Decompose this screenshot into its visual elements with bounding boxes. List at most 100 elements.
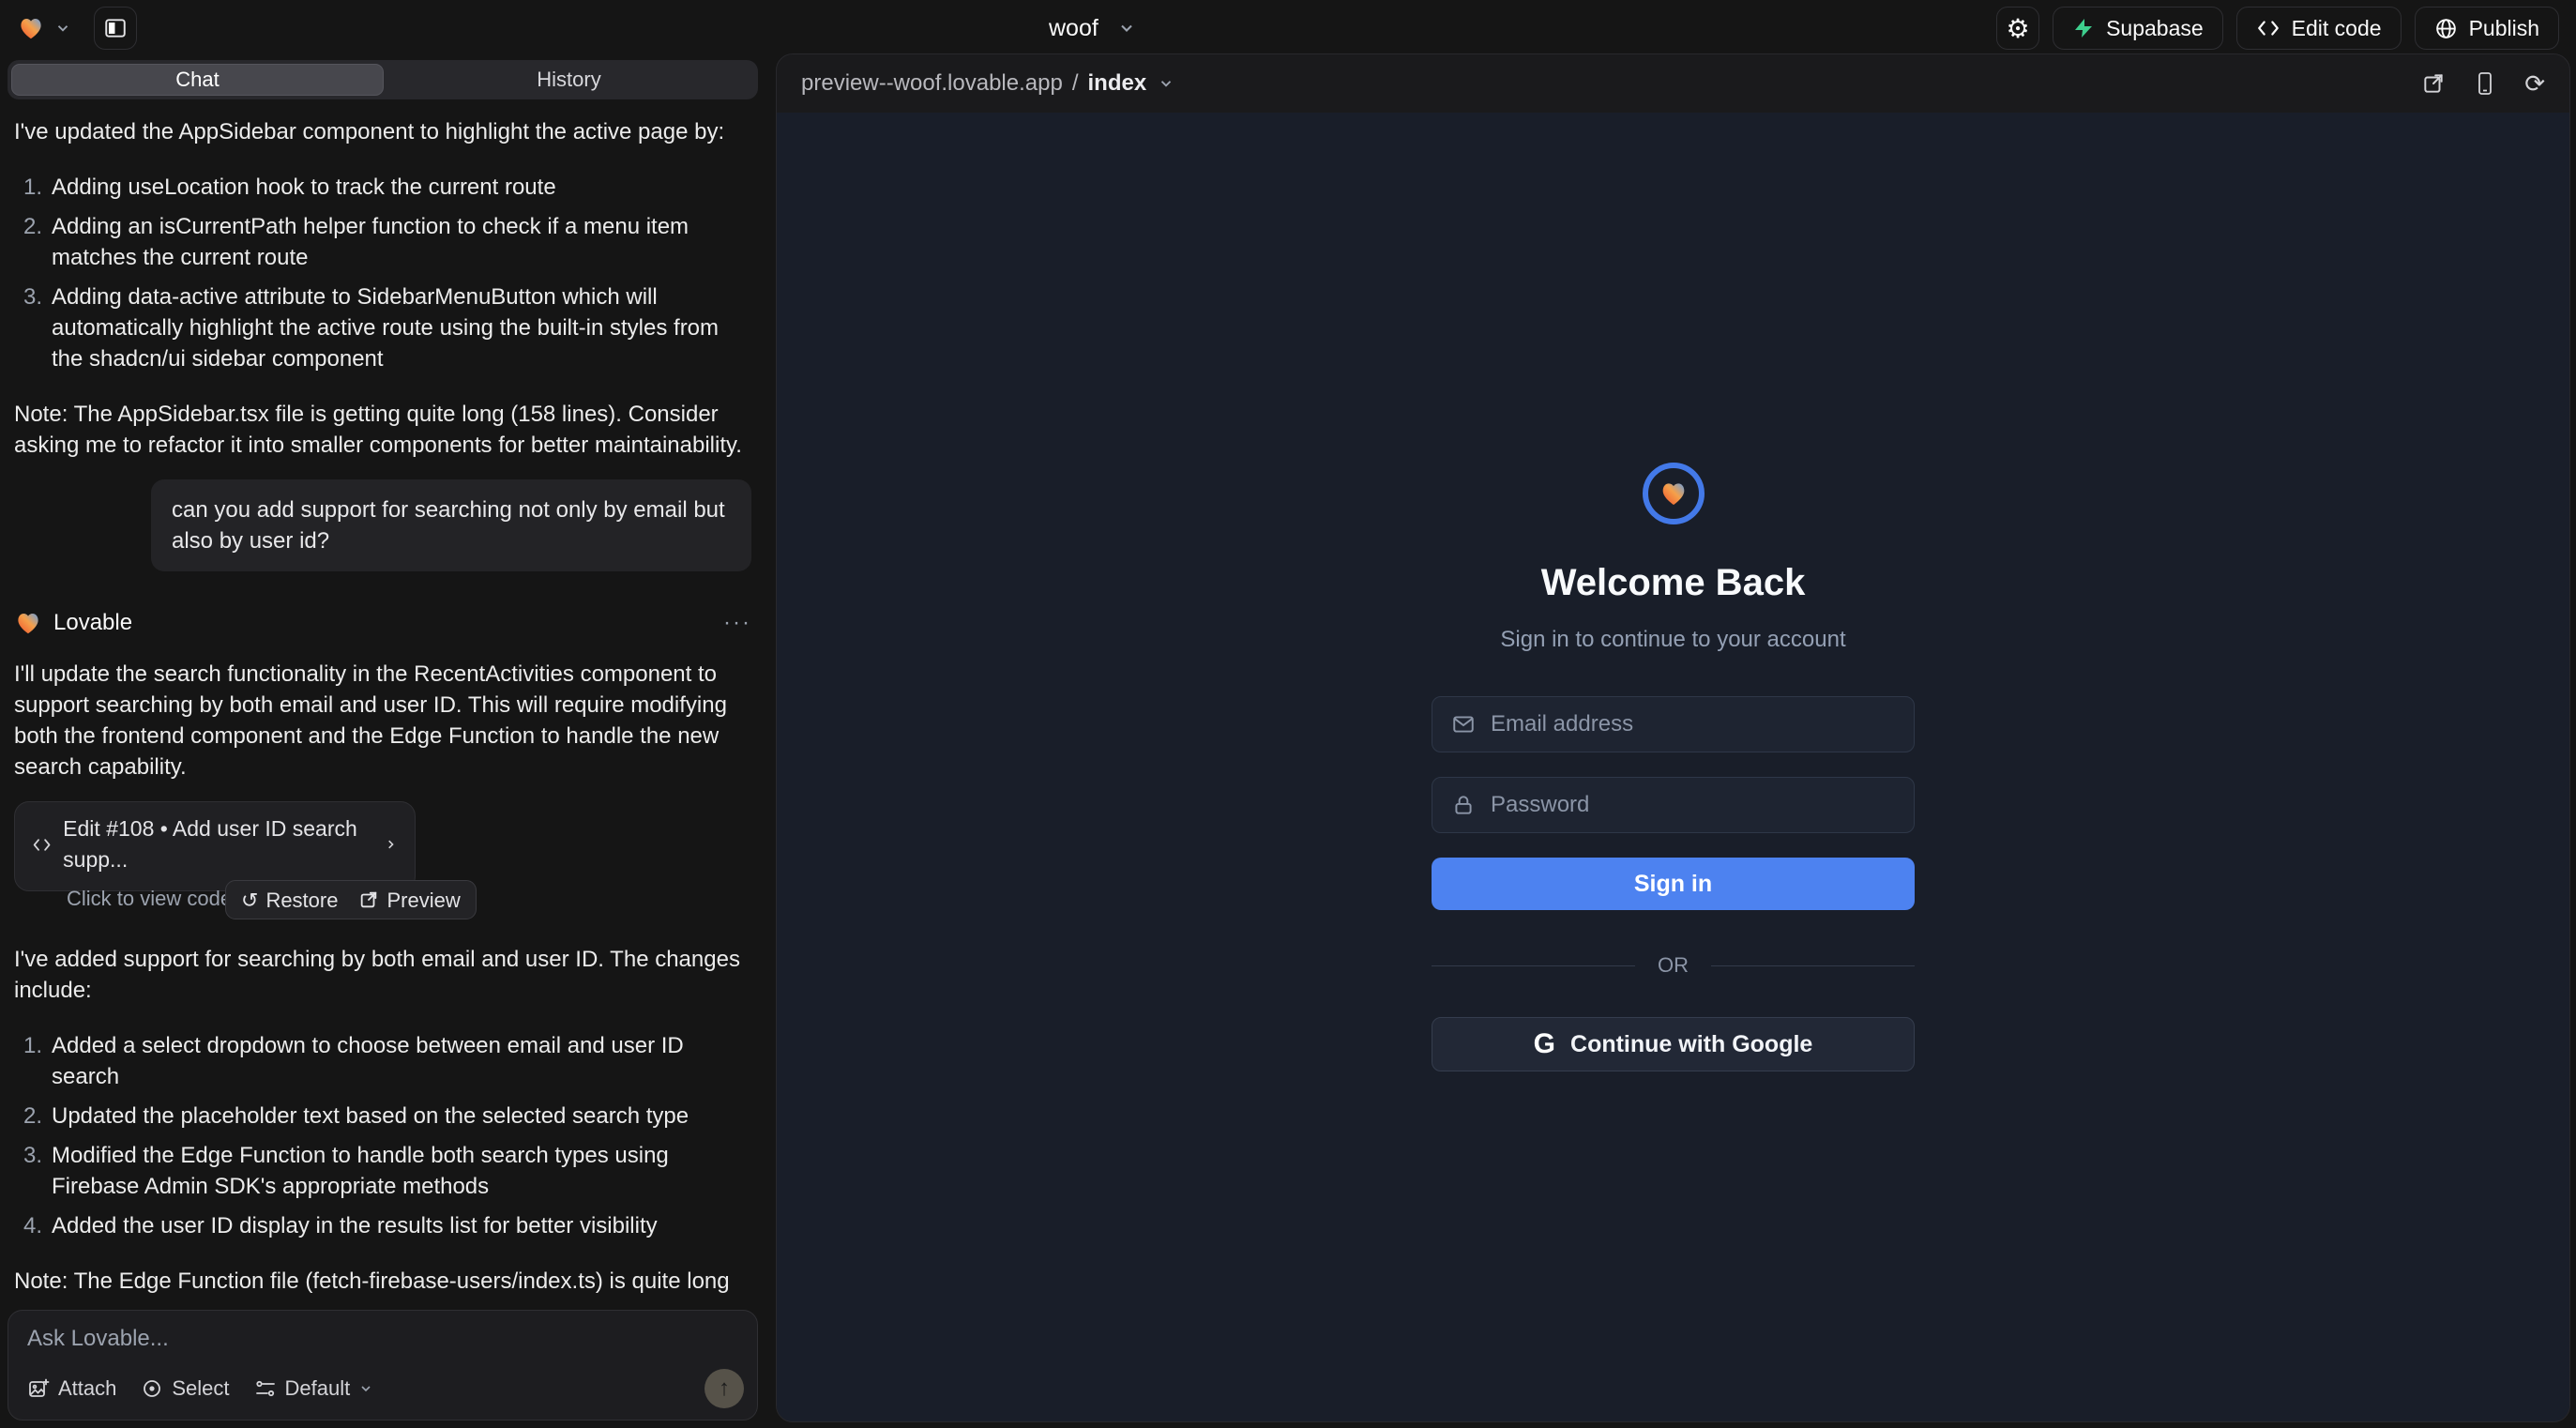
chat-composer[interactable]: Ask Lovable... Attach Select Default ↑ (8, 1310, 758, 1420)
select-label: Select (172, 1376, 229, 1401)
project-switcher-chevron-down-icon[interactable] (1117, 19, 1136, 38)
restore-button[interactable]: ↺ Restore (241, 885, 338, 916)
list-item: Updated the placeholder text based on th… (14, 1101, 751, 1132)
password-field[interactable]: Password (1432, 777, 1915, 833)
assistant-note: Note: The Edge Function file (fetch-fire… (14, 1266, 751, 1300)
assistant-paragraph: I'll update the search functionality in … (14, 659, 751, 782)
route-chevron-down-icon[interactable] (1158, 75, 1174, 92)
page-title: Welcome Back (1541, 562, 1806, 604)
list-item: Adding data-active attribute to SidebarM… (14, 281, 751, 374)
sliders-icon (254, 1377, 277, 1400)
restore-label: Restore (265, 885, 338, 916)
external-link-icon (358, 889, 379, 910)
preview-panel: preview--woof.lovable.app / index ⟳ Welc… (776, 53, 2570, 1422)
open-in-new-tab-button[interactable] (2421, 71, 2446, 96)
version-hover-toolbar: ↺ Restore Preview (225, 880, 477, 919)
attach-image-icon (27, 1377, 50, 1400)
sidebar-toggle-button[interactable] (94, 7, 137, 50)
publish-label: Publish (2469, 16, 2539, 41)
project-menu-chevron-down-icon[interactable] (54, 20, 71, 37)
publish-button[interactable]: Publish (2415, 7, 2559, 50)
signin-card: Welcome Back Sign in to continue to your… (1432, 463, 1915, 1071)
or-label: OR (1658, 953, 1689, 978)
chat-message-list[interactable]: I've updated the AppSidebar component to… (0, 113, 765, 1300)
list-item: Adding useLocation hook to track the cur… (14, 172, 751, 203)
app-logo-circle (1643, 463, 1705, 524)
password-placeholder: Password (1491, 792, 1589, 818)
project-name[interactable]: woof (1049, 15, 1099, 42)
attach-label: Attach (58, 1376, 116, 1401)
edit-card-title: Edit #108 • Add user ID search supp... (63, 813, 372, 875)
continue-with-google-button[interactable]: G Continue with Google (1432, 1017, 1915, 1071)
assistant-note: Note: The AppSidebar.tsx file is getting… (14, 399, 751, 461)
globe-icon (2434, 17, 2458, 40)
lovable-avatar-heart-icon (14, 609, 42, 637)
page-subtitle: Sign in to continue to your account (1500, 627, 1845, 653)
app-heart-icon (1659, 479, 1689, 509)
send-arrow-icon: ↑ (719, 1375, 730, 1402)
url-separator: / (1072, 70, 1079, 97)
chat-panel: Chat History I've updated the AppSidebar… (0, 56, 765, 1428)
preview-button[interactable]: Preview (358, 885, 460, 916)
preview-url-domain[interactable]: preview--woof.lovable.app (801, 70, 1063, 97)
refresh-button[interactable]: ⟳ (2524, 69, 2545, 99)
settings-button[interactable]: ⚙ (1996, 7, 2039, 50)
divider-line (1432, 965, 1635, 966)
mode-chevron-down-icon (358, 1381, 373, 1396)
composer-toolbar: Attach Select Default ↑ (27, 1369, 744, 1408)
edit-code-button[interactable]: Edit code (2236, 7, 2402, 50)
divider-line (1711, 965, 1915, 966)
select-button[interactable]: Select (141, 1376, 229, 1401)
mail-icon (1451, 712, 1476, 737)
app-topbar: woof ⚙ Supabase Edit code Publish (0, 0, 2576, 56)
list-item: Added the user ID display in the results… (14, 1210, 751, 1241)
code-icon (2256, 18, 2281, 38)
edit-version-card[interactable]: Edit #108 • Add user ID search supp... C… (14, 801, 416, 891)
email-placeholder: Email address (1491, 711, 1633, 737)
preview-route-name[interactable]: index (1087, 70, 1146, 97)
tab-history[interactable]: History (384, 64, 754, 96)
code-icon (32, 835, 52, 855)
mobile-view-button[interactable] (2474, 71, 2496, 96)
google-label: Continue with Google (1570, 1031, 1812, 1058)
supabase-bolt-icon (2072, 17, 2095, 39)
send-button[interactable]: ↑ (705, 1369, 744, 1408)
list-item: Modified the Edge Function to handle bot… (14, 1140, 751, 1202)
external-link-icon (2421, 71, 2446, 96)
lock-icon (1451, 793, 1476, 817)
message-options-ellipsis-icon[interactable]: ··· (723, 607, 751, 638)
list-item: Adding an isCurrentPath helper function … (14, 211, 751, 273)
refresh-icon: ⟳ (2524, 69, 2545, 99)
smartphone-icon (2474, 71, 2496, 96)
lovable-logo-icon[interactable] (17, 14, 45, 42)
select-target-icon (141, 1377, 163, 1400)
list-item: Added a select dropdown to choose betwee… (14, 1030, 751, 1092)
restore-icon: ↺ (241, 885, 258, 916)
chat-history-tabs: Chat History (8, 60, 758, 99)
panel-left-icon (103, 16, 128, 40)
gear-icon: ⚙ (2007, 13, 2030, 44)
email-field[interactable]: Email address (1432, 696, 1915, 752)
assistant-numbered-list: Added a select dropdown to choose betwee… (14, 1030, 751, 1241)
edit-card-wrapper: Edit #108 • Add user ID search supp... C… (14, 801, 751, 919)
preview-label: Preview (386, 885, 460, 916)
user-message-bubble: can you add support for searching not on… (151, 479, 751, 571)
composer-input[interactable]: Ask Lovable... (27, 1326, 738, 1352)
preview-actions: ⟳ (2421, 69, 2545, 99)
assistant-numbered-list: Adding useLocation hook to track the cur… (14, 172, 751, 374)
preview-viewport: Welcome Back Sign in to continue to your… (777, 113, 2569, 1421)
supabase-button[interactable]: Supabase (2053, 7, 2223, 50)
tab-chat[interactable]: Chat (11, 64, 384, 96)
assistant-name: Lovable (53, 607, 132, 638)
attach-button[interactable]: Attach (27, 1376, 116, 1401)
assistant-message-header: Lovable ··· (14, 607, 751, 638)
edit-code-label: Edit code (2292, 16, 2382, 41)
google-g-icon: G (1534, 1028, 1555, 1060)
chevron-right-icon (384, 836, 398, 853)
mode-label: Default (285, 1376, 351, 1401)
assistant-paragraph: I've added support for searching by both… (14, 944, 751, 1006)
mode-select-button[interactable]: Default (254, 1376, 374, 1401)
sign-in-button[interactable]: Sign in (1432, 858, 1915, 910)
supabase-label: Supabase (2106, 16, 2204, 41)
preview-topbar: preview--woof.lovable.app / index ⟳ (777, 54, 2569, 113)
